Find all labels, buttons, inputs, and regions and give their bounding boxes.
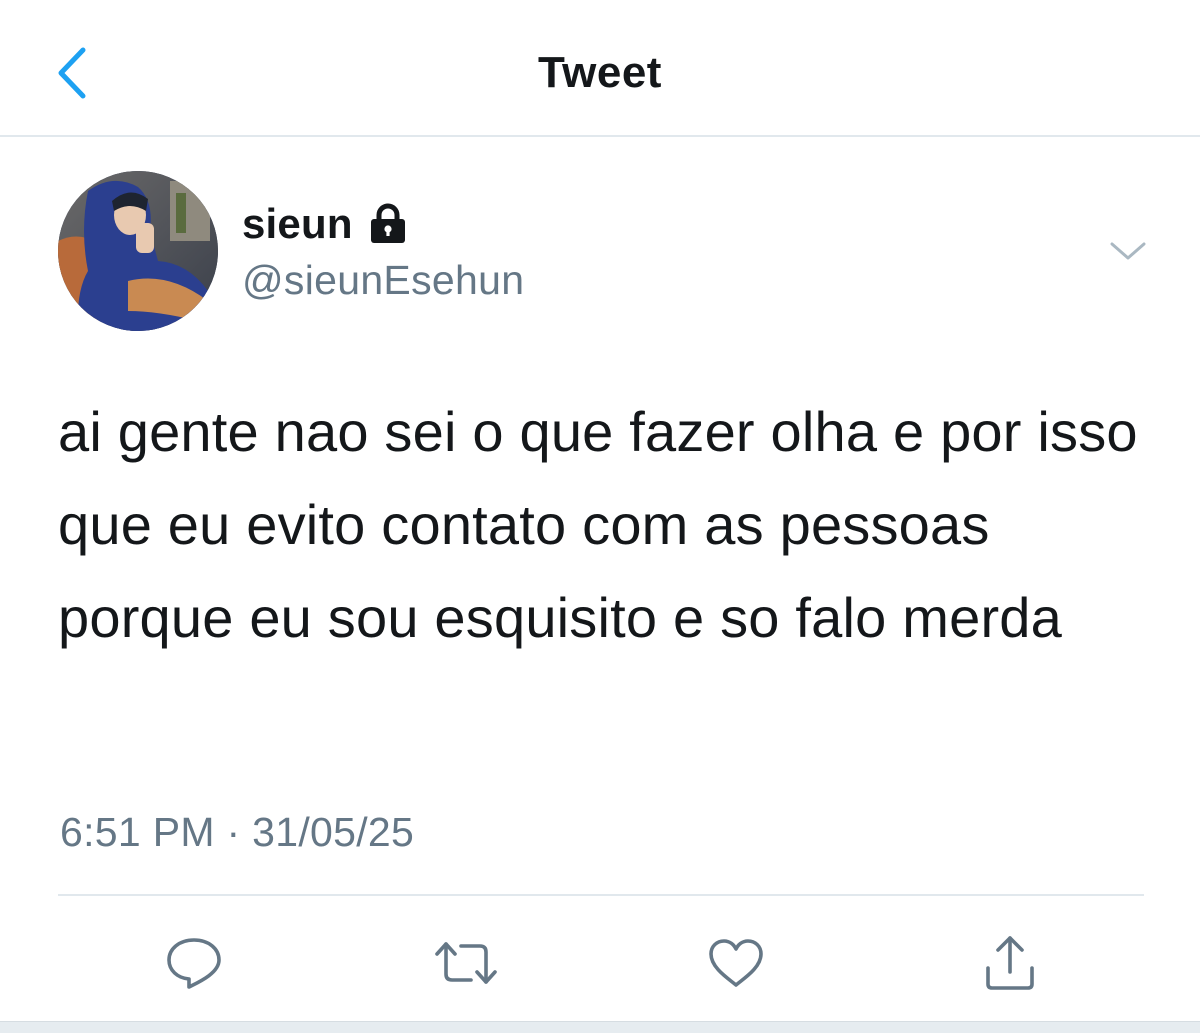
like-button[interactable] [700,927,772,999]
user-handle: @sieunEsehun [242,257,525,303]
tweet-options-button[interactable] [1106,233,1150,269]
lock-icon [367,203,409,245]
heart-icon [709,939,763,987]
display-name: sieun [242,200,353,247]
tweet-timestamp[interactable]: 6:51 PM · 31/05/25 [60,809,414,856]
retweet-icon [435,942,497,984]
divider [58,894,1144,896]
avatar-photo [58,171,218,331]
page-title: Tweet [538,48,662,97]
chevron-down-icon [1110,242,1146,260]
display-name-row: sieun [242,199,524,249]
reply-icon [167,938,221,989]
navigation-bar: Tweet [0,0,1200,137]
action-bar [0,927,1200,999]
tweet-text: ai gente nao sei o que fazer olha e por … [58,400,1138,649]
share-button[interactable] [974,927,1046,999]
retweet-button[interactable] [430,927,502,999]
bottom-separator [0,1021,1200,1033]
reply-button[interactable] [158,927,230,999]
share-icon [986,936,1034,990]
user-info[interactable]: sieun @sieunEsehun [242,199,524,304]
avatar[interactable] [58,171,218,331]
